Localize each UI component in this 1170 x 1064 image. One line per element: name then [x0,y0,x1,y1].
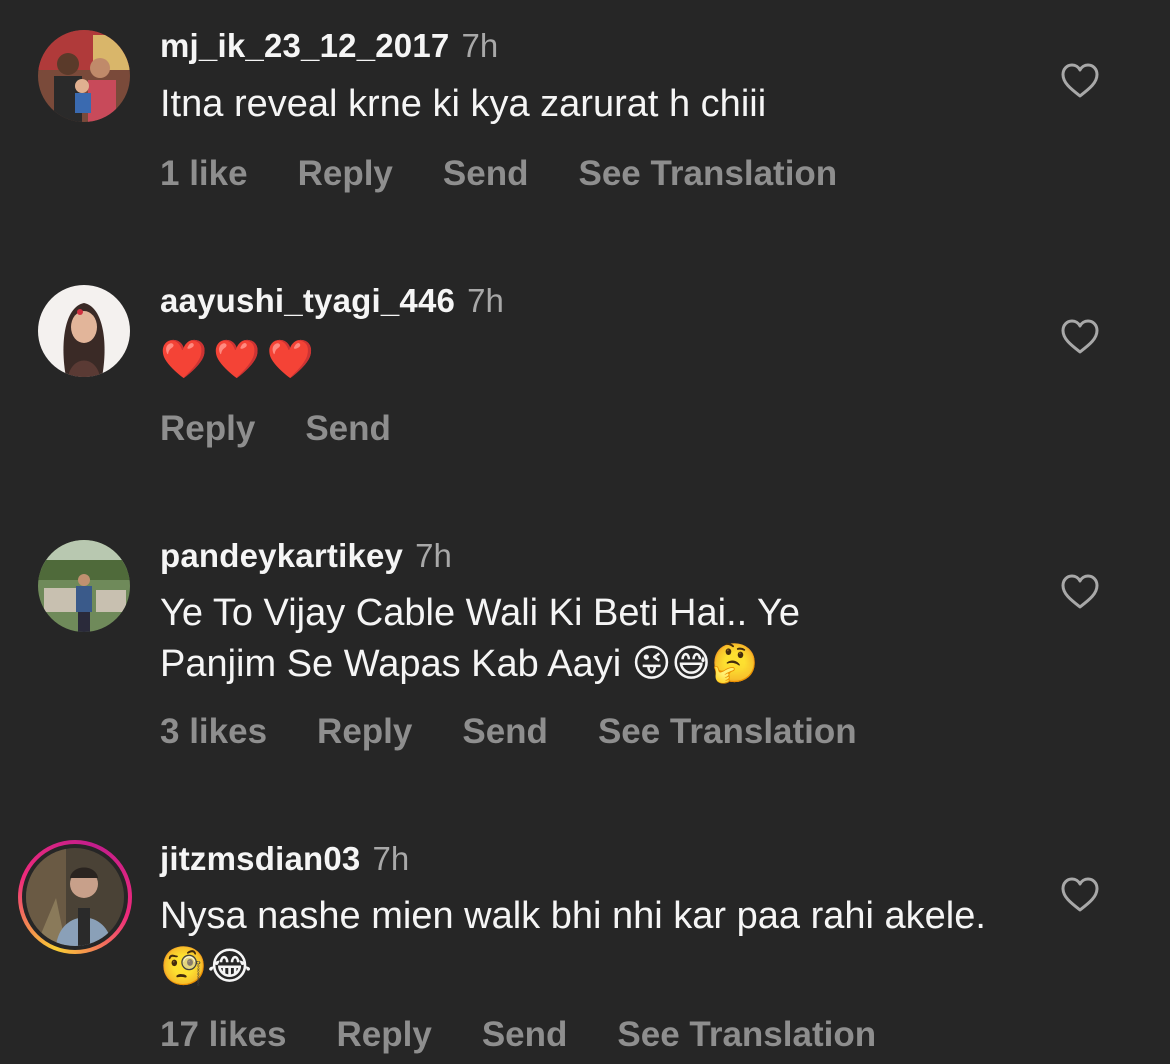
send-button[interactable]: Send [305,409,391,449]
comment-header: jitzmsdian03 7h [160,839,409,879]
see-translation-button[interactable]: See Translation [617,1015,876,1055]
heart-outline-icon[interactable] [1061,319,1099,355]
heart-outline-icon[interactable] [1061,574,1099,610]
likes-count[interactable]: 17 likes [160,1015,287,1055]
see-translation-button[interactable]: See Translation [578,154,837,194]
username[interactable]: mj_ik_23_12_2017 [160,27,449,64]
timestamp: 7h [415,537,452,574]
comment-text: Nysa nashe mien walk bhi nhi kar paa rah… [160,895,986,988]
reply-button[interactable]: Reply [298,154,393,194]
avatar[interactable] [26,848,124,946]
reply-button[interactable]: Reply [337,1015,432,1055]
comment-actions: 3 likes Reply Send See Translation [160,712,907,752]
comment-actions: Reply Send [160,409,441,449]
avatar[interactable] [38,285,130,377]
username[interactable]: pandeykartikey [160,537,403,574]
comment-text: ❤️❤️❤️ [160,337,320,381]
username[interactable]: jitzmsdian03 [160,840,360,877]
comment-text: Ye To Vijay Cable Wali Ki Beti Hai.. Ye … [160,592,801,685]
comment-actions: 17 likes Reply Send See Translation [160,1015,926,1055]
send-button[interactable]: Send [443,154,529,194]
comment-text: Itna reveal krne ki kya zarurat h chiii [160,83,767,125]
likes-count[interactable]: 1 like [160,154,248,194]
timestamp: 7h [372,840,410,877]
timestamp: 7h [467,282,504,319]
comment-header: mj_ik_23_12_2017 7h [160,26,498,66]
send-button[interactable]: Send [482,1015,568,1055]
likes-count[interactable]: 3 likes [160,712,267,752]
heart-outline-icon[interactable] [1061,877,1099,913]
see-translation-button[interactable]: See Translation [598,712,857,752]
username[interactable]: aayushi_tyagi_446 [160,282,455,319]
send-button[interactable]: Send [462,712,548,752]
timestamp: 7h [461,27,499,64]
avatar[interactable] [38,30,130,122]
reply-button[interactable]: Reply [160,409,255,449]
avatar[interactable] [38,540,130,632]
comment-actions: 1 like Reply Send See Translation [160,154,887,194]
comment-header: aayushi_tyagi_446 7h [160,281,504,321]
comment-header: pandeykartikey 7h [160,536,452,576]
heart-outline-icon[interactable] [1061,63,1099,99]
story-ring[interactable] [18,840,132,954]
reply-button[interactable]: Reply [317,712,412,752]
